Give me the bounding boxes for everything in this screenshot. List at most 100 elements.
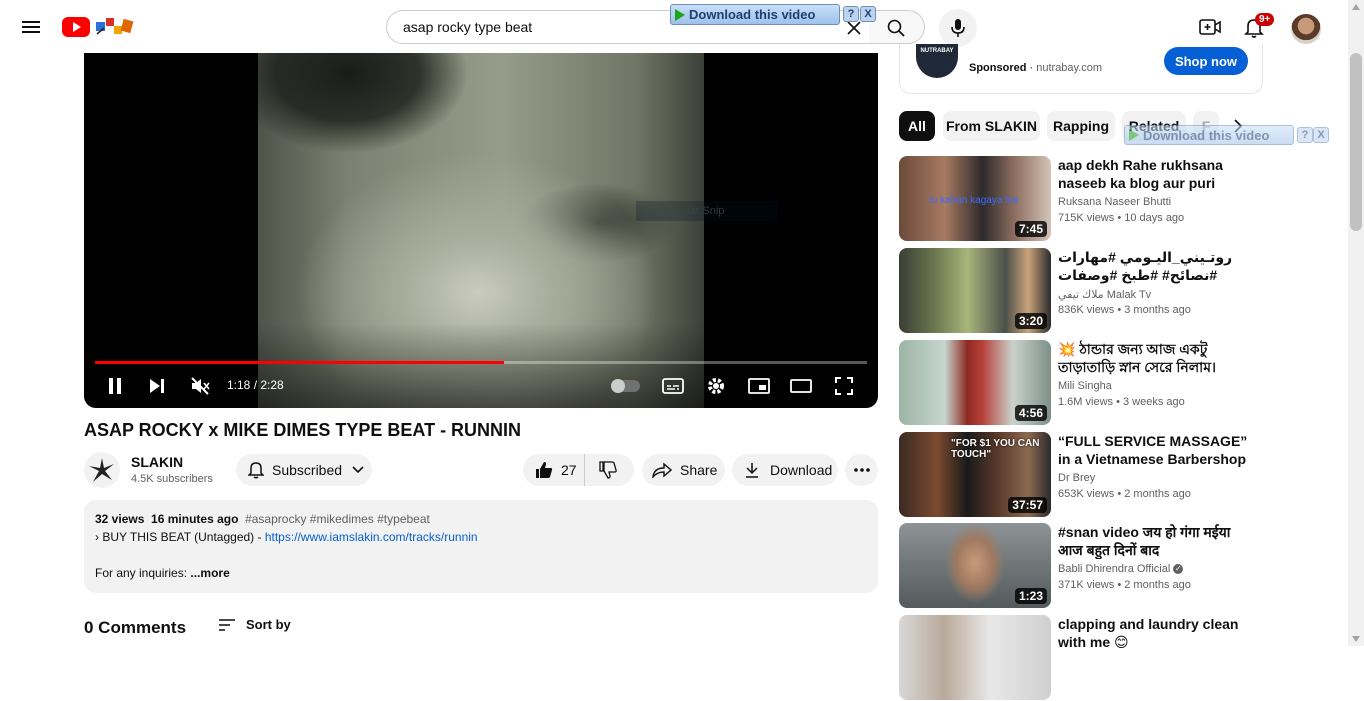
progress-bar[interactable] bbox=[95, 361, 867, 364]
pause-icon[interactable] bbox=[106, 377, 124, 395]
recommendation-item[interactable]: tu kahan kagaya hai 7:45 aap dekh Rahe r… bbox=[899, 156, 1339, 242]
download-overlay-help-button-2[interactable]: ? bbox=[1297, 127, 1313, 143]
autoplay-knob bbox=[611, 379, 625, 393]
ad-meta: Sponsored · nutrabay.com bbox=[969, 62, 1103, 74]
menu-icon[interactable] bbox=[22, 18, 40, 36]
chip-rapping[interactable]: Rapping bbox=[1047, 111, 1115, 141]
video-duration: 1:23 bbox=[1014, 588, 1047, 604]
account-avatar[interactable] bbox=[1291, 14, 1321, 44]
next-icon[interactable] bbox=[148, 377, 166, 395]
clear-search-icon[interactable] bbox=[846, 20, 862, 36]
channel-subscribers: 4.5K subscribers bbox=[131, 473, 213, 485]
download-overlay-help-button[interactable]: ? bbox=[843, 6, 859, 22]
search-button[interactable] bbox=[869, 10, 925, 44]
settings-gear-icon[interactable] bbox=[706, 376, 726, 396]
download-button[interactable]: Download bbox=[732, 454, 838, 486]
voice-search-button[interactable] bbox=[939, 9, 977, 47]
time-display: 1:18 / 2:28 bbox=[227, 378, 284, 392]
beat-link[interactable]: https://www.iamslakin.com/tracks/runnin bbox=[265, 530, 478, 544]
recommendation-item[interactable]: 3:20 روتـيني_اليـومي #مهارات #نصائح# #طب… bbox=[899, 248, 1339, 334]
like-button[interactable]: 27 bbox=[523, 454, 585, 486]
chevron-down-icon bbox=[352, 466, 364, 474]
more-actions-button[interactable] bbox=[845, 454, 878, 486]
download-video-label-2: Download this video bbox=[1143, 127, 1270, 143]
create-video-icon[interactable] bbox=[1199, 17, 1221, 37]
miniplayer-icon[interactable] bbox=[748, 377, 770, 395]
recommendation-title[interactable]: aap dekh Rahe rukhsana naseeb ka blog au… bbox=[1058, 156, 1248, 192]
recommendation-title[interactable]: #snan video जय हो गंगा मईया आज बहुत दिनो… bbox=[1058, 523, 1248, 559]
bell-icon bbox=[248, 462, 264, 479]
recommendation-thumbnail[interactable]: 1:23 bbox=[899, 523, 1051, 608]
recommendation-title[interactable]: روتـيني_اليـومي #مهارات #نصائح# #طبخ #وص… bbox=[1058, 248, 1248, 284]
recommendation-item[interactable]: clapping and laundry clean with me 😊 bbox=[899, 615, 1339, 701]
like-count: 27 bbox=[561, 462, 577, 478]
theater-mode-icon[interactable] bbox=[790, 378, 812, 394]
chip-all[interactable]: All bbox=[899, 111, 935, 141]
recommendation-channel[interactable]: Mili Singha bbox=[1058, 380, 1112, 392]
ad-domain: nutrabay.com bbox=[1036, 62, 1103, 74]
recommendation-item[interactable]: "FOR $1 YOU CAN TOUCH" 37:57 “FULL SERVI… bbox=[899, 432, 1339, 518]
recommendation-age: 3 weeks ago bbox=[1123, 396, 1185, 408]
shop-now-button[interactable]: Shop now bbox=[1164, 47, 1248, 75]
download-overlay-close-button[interactable]: X bbox=[860, 6, 876, 22]
recommendation-item[interactable]: 4:56 💥 ঠান্ডার জন্য আজ একটু তাড়াতাড়ি স… bbox=[899, 340, 1339, 426]
recommendation-views: 371K views bbox=[1058, 579, 1115, 591]
sponsored-ad-card[interactable]: NUTRABAY Sponsored · nutrabay.com Shop n… bbox=[899, 44, 1263, 94]
recommendation-thumbnail[interactable]: 3:20 bbox=[899, 248, 1051, 333]
progress-played bbox=[95, 361, 505, 364]
share-button[interactable]: Share bbox=[642, 454, 725, 486]
recommendation-channel[interactable]: Ruksana Naseer Bhutti bbox=[1058, 196, 1171, 208]
sort-icon bbox=[219, 618, 235, 631]
view-count: 32 views bbox=[95, 512, 145, 526]
buy-beat-text: › BUY THIS BEAT (Untagged) - bbox=[95, 530, 265, 544]
description-box[interactable]: 32 views 16 minutes ago #asaprocky #mike… bbox=[84, 500, 878, 593]
hashtags[interactable]: #asaprocky #mikedimes #typebeat bbox=[245, 512, 430, 526]
recommendation-thumbnail[interactable] bbox=[899, 615, 1051, 700]
play-icon bbox=[675, 8, 685, 21]
recommendation-channel[interactable]: Babli Dhirendra Official ✓ bbox=[1058, 563, 1184, 575]
recommendation-title[interactable]: “FULL SERVICE MASSAGE” in a Vietnamese B… bbox=[1058, 432, 1248, 468]
recommendation-channel[interactable]: ملاك تيفي Malak Tv bbox=[1058, 288, 1151, 301]
download-video-overlay-button-2[interactable]: Download this video bbox=[1124, 125, 1294, 145]
more-horizontal-icon bbox=[853, 468, 870, 472]
video-title: ASAP ROCKY x MIKE DIMES TYPE BEAT - RUNN… bbox=[84, 420, 522, 440]
chip-from-slakin[interactable]: From SLAKIN bbox=[943, 111, 1040, 141]
recommendation-title[interactable]: 💥 ঠান্ডার জন্য আজ একটু তাড়াতাড়ি স্নান … bbox=[1058, 340, 1248, 376]
channel-avatar[interactable] bbox=[84, 452, 120, 488]
show-more-link[interactable]: ...more bbox=[190, 566, 229, 580]
channel-name[interactable]: SLAKIN bbox=[131, 454, 183, 470]
recommendation-thumbnail[interactable]: "FOR $1 YOU CAN TOUCH" 37:57 bbox=[899, 432, 1051, 517]
upload-age: 16 minutes ago bbox=[151, 512, 239, 526]
download-video-overlay-button[interactable]: Download this video bbox=[670, 4, 840, 25]
recommendation-views: 653K views bbox=[1058, 488, 1115, 500]
download-overlay-close-button-2[interactable]: X bbox=[1313, 127, 1329, 143]
subtitles-icon[interactable] bbox=[662, 377, 684, 395]
recommendation-meta: 371K views • 2 months ago bbox=[1058, 579, 1191, 591]
sponsored-label: Sponsored bbox=[969, 62, 1027, 74]
time-total: 2:28 bbox=[260, 378, 284, 392]
recommendation-age: 3 months ago bbox=[1124, 304, 1191, 316]
recommendation-item[interactable]: 1:23 #snan video जय हो गंगा मईया आज बहुत… bbox=[899, 523, 1339, 609]
scroll-down-arrow-icon[interactable] bbox=[1352, 636, 1360, 642]
sort-by-button[interactable]: Sort by bbox=[218, 617, 291, 632]
recommendation-meta: 653K views • 2 months ago bbox=[1058, 488, 1191, 500]
thumbs-up-icon bbox=[536, 462, 553, 478]
description-meta: 32 views 16 minutes ago #asaprocky #mike… bbox=[95, 512, 430, 526]
recommendation-channel[interactable]: Dr Brey bbox=[1058, 472, 1095, 484]
recommendation-meta: 836K views • 3 months ago bbox=[1058, 304, 1191, 316]
download-video-label: Download this video bbox=[689, 7, 816, 22]
subscribed-button[interactable]: Subscribed bbox=[236, 454, 372, 486]
youtube-logo-icon[interactable] bbox=[62, 17, 90, 37]
autoplay-toggle[interactable] bbox=[611, 379, 640, 393]
scrollbar-thumb[interactable] bbox=[1350, 53, 1362, 231]
search-query: asap rocky type beat bbox=[403, 19, 533, 35]
download-icon bbox=[746, 463, 758, 478]
muted-volume-icon[interactable] bbox=[190, 376, 210, 396]
dislike-button[interactable] bbox=[585, 454, 617, 486]
sort-by-label: Sort by bbox=[246, 617, 291, 632]
scroll-up-arrow-icon[interactable] bbox=[1352, 4, 1360, 10]
video-player[interactable]: Rectangular Snip 1:18 / 2:28 bbox=[84, 53, 878, 408]
recommendation-thumbnail[interactable]: tu kahan kagaya hai 7:45 bbox=[899, 156, 1051, 241]
fullscreen-icon[interactable] bbox=[835, 377, 853, 395]
recommendation-thumbnail[interactable]: 4:56 bbox=[899, 340, 1051, 425]
